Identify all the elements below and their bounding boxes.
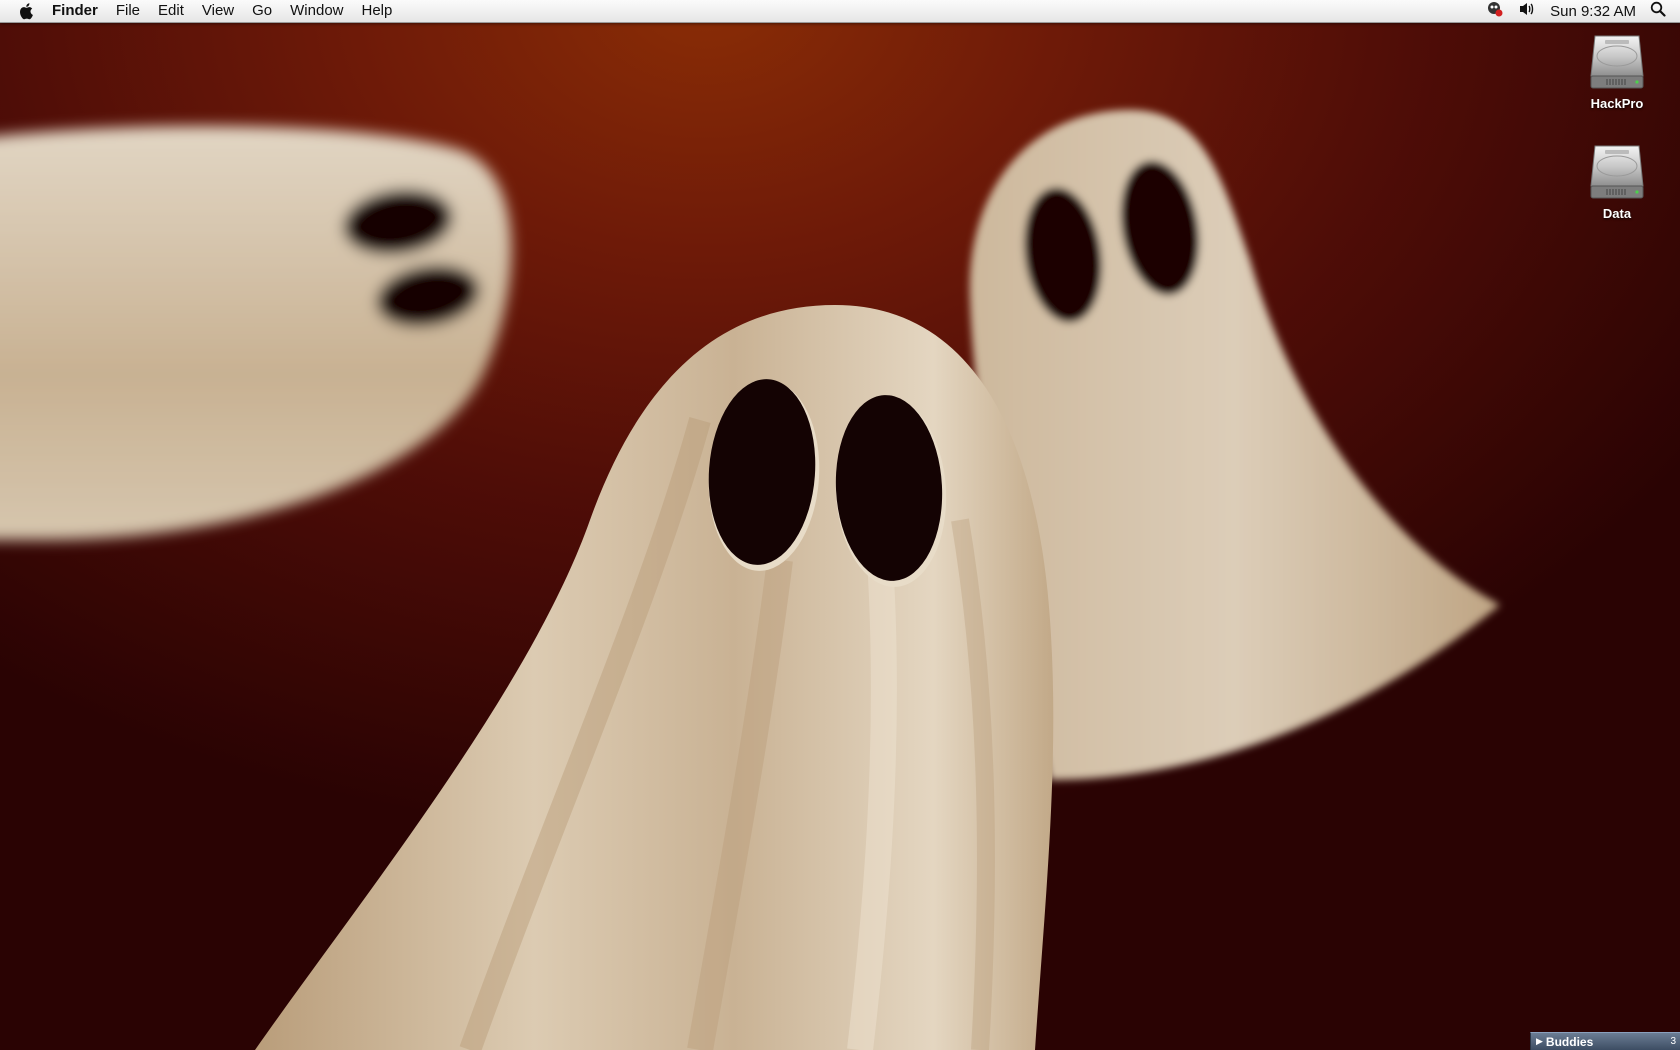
volume-icon[interactable] (1518, 1, 1536, 21)
desktop-icon-data[interactable]: Data (1562, 140, 1672, 221)
menu-go[interactable]: Go (243, 0, 281, 22)
menu-extras: Sun 9:32 AM (1486, 0, 1666, 22)
disclosure-triangle-icon[interactable]: ▶ (1536, 1036, 1543, 1047)
menu-bar: Finder File Edit View Go Window Help Sun… (0, 0, 1680, 23)
menu-edit[interactable]: Edit (149, 0, 193, 22)
search-icon[interactable] (1650, 1, 1666, 21)
desktop-icon-label: HackPro (1590, 96, 1644, 111)
chat-status-icon[interactable] (1486, 0, 1504, 22)
apple-menu-icon[interactable] (18, 2, 36, 20)
menu-finder[interactable]: Finder (52, 0, 107, 22)
menu-clock[interactable]: Sun 9:32 AM (1550, 3, 1636, 20)
desktop-icon-label: Data (1602, 206, 1632, 221)
hard-drive-icon (1562, 30, 1672, 92)
hard-drive-icon (1562, 140, 1672, 202)
buddies-label: Buddies (1545, 1034, 1594, 1049)
desktop: Finder File Edit View Go Window Help Sun… (0, 0, 1680, 1050)
menu-help[interactable]: Help (353, 0, 402, 22)
ghost-left (0, 126, 512, 540)
ghost-wallpaper (0, 110, 1500, 1050)
buddies-bar[interactable]: ▶ Buddies 3 (1530, 1032, 1680, 1050)
desktop-icon-hackpro[interactable]: HackPro (1562, 30, 1672, 111)
menu-window[interactable]: Window (281, 0, 352, 22)
buddies-count: 3 (1670, 1036, 1676, 1047)
menu-file[interactable]: File (107, 0, 149, 22)
menu-view[interactable]: View (193, 0, 243, 22)
